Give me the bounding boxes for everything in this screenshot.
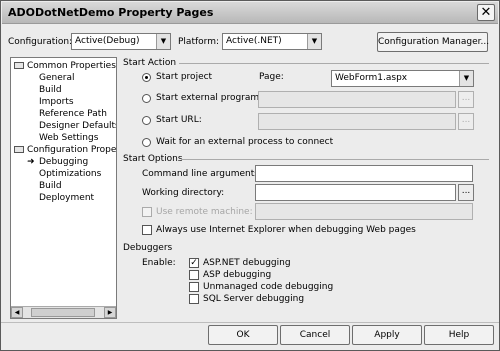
external-program-field[interactable] xyxy=(258,91,456,108)
scroll-thumb[interactable] xyxy=(31,308,95,317)
command-line-arguments-label: Command line arguments: xyxy=(142,169,262,179)
browse-external-program-button[interactable]: ... xyxy=(458,91,474,108)
asp-debugging-label: ASP debugging xyxy=(203,270,272,280)
tree-item-debugging[interactable]: Debugging xyxy=(39,157,88,167)
configuration-value: Active(Debug) xyxy=(75,36,140,46)
tree-node-label: Configuration Properties xyxy=(27,145,117,155)
start-url-label: Start URL: xyxy=(156,115,202,125)
tree-item-reference-path[interactable]: Reference Path xyxy=(39,109,107,119)
start-url-radio[interactable] xyxy=(142,116,151,125)
page-dropdown[interactable]: WebForm1.aspx ▼ xyxy=(331,70,474,87)
debuggers-heading: Debuggers xyxy=(123,243,173,253)
start-options-heading: Start Options xyxy=(123,154,183,164)
folder-open-icon xyxy=(14,146,24,153)
property-tree[interactable]: Common Properties General Build Imports … xyxy=(10,57,117,319)
wait-external-radio[interactable] xyxy=(142,138,151,147)
always-use-ie-checkbox[interactable] xyxy=(142,225,152,235)
tree-item-web-settings[interactable]: Web Settings xyxy=(39,133,98,143)
selected-arrow-icon: ➜ xyxy=(27,157,35,167)
scroll-right-icon[interactable]: ▶ xyxy=(104,307,116,318)
divider xyxy=(181,159,489,160)
configuration-dropdown[interactable]: Active(Debug) ▼ xyxy=(71,33,171,50)
tree-item-build[interactable]: Build xyxy=(39,85,62,95)
enable-label: Enable: xyxy=(142,258,176,268)
tree-item-designer-defaults[interactable]: Designer Defaults xyxy=(39,121,116,131)
start-external-program-label: Start external program: xyxy=(156,93,263,103)
apply-button[interactable]: Apply xyxy=(352,325,422,345)
working-directory-label: Working directory: xyxy=(142,188,225,198)
browse-working-directory-button[interactable]: ... xyxy=(458,184,474,201)
start-url-field[interactable] xyxy=(258,113,456,130)
tree-item-optimizations[interactable]: Optimizations xyxy=(39,169,101,179)
start-action-heading: Start Action xyxy=(123,58,177,68)
platform-label: Platform: xyxy=(178,37,219,47)
title-bar: ADODotNetDemo Property Pages ✕ xyxy=(2,2,498,24)
chevron-down-icon: ▼ xyxy=(307,34,321,49)
help-button[interactable]: Help xyxy=(424,325,494,345)
tree-node-label: Common Properties xyxy=(27,61,116,71)
always-use-ie-label: Always use Internet Explorer when debugg… xyxy=(156,225,416,235)
cancel-button[interactable]: Cancel xyxy=(280,325,350,345)
page-value: WebForm1.aspx xyxy=(335,73,408,83)
folder-open-icon xyxy=(14,62,24,69)
use-remote-machine-checkbox[interactable] xyxy=(142,207,152,217)
page-label: Page: xyxy=(259,72,284,82)
horizontal-scrollbar[interactable]: ◀ ▶ xyxy=(11,306,116,318)
tree-node-common-properties[interactable]: Common Properties xyxy=(14,61,116,71)
asp-debugging-checkbox[interactable] xyxy=(189,270,199,280)
tree-item-general[interactable]: General xyxy=(39,73,74,83)
divider xyxy=(1,322,499,323)
use-remote-machine-label: Use remote machine: xyxy=(156,207,253,217)
configuration-label: Configuration: xyxy=(8,37,73,47)
sql-debugging-label: SQL Server debugging xyxy=(203,294,305,304)
sql-debugging-checkbox[interactable] xyxy=(189,294,199,304)
wait-external-label: Wait for an external process to connect xyxy=(156,137,334,147)
scroll-left-icon[interactable]: ◀ xyxy=(11,307,23,318)
aspnet-debugging-label: ASP.NET debugging xyxy=(203,258,291,268)
start-external-program-radio[interactable] xyxy=(142,94,151,103)
working-directory-field[interactable] xyxy=(255,184,456,201)
unmanaged-debugging-checkbox[interactable] xyxy=(189,282,199,292)
tree-node-configuration-properties[interactable]: Configuration Properties xyxy=(14,145,117,155)
start-project-label: Start project xyxy=(156,72,213,82)
platform-dropdown[interactable]: Active(.NET) ▼ xyxy=(222,33,322,50)
configuration-manager-button[interactable]: Configuration Manager... xyxy=(377,32,489,52)
ok-button[interactable]: OK xyxy=(208,325,278,345)
tree-item-deployment[interactable]: Deployment xyxy=(39,193,94,203)
close-button[interactable]: ✕ xyxy=(477,4,495,21)
command-line-arguments-field[interactable] xyxy=(255,165,473,182)
chevron-down-icon: ▼ xyxy=(156,34,170,49)
unmanaged-debugging-label: Unmanaged code debugging xyxy=(203,282,334,292)
browse-url-button[interactable]: ... xyxy=(458,113,474,130)
chevron-down-icon: ▼ xyxy=(459,71,473,86)
tree-item-imports[interactable]: Imports xyxy=(39,97,74,107)
divider xyxy=(179,63,489,64)
remote-machine-field[interactable] xyxy=(255,203,473,220)
platform-value: Active(.NET) xyxy=(226,36,282,46)
window-title: ADODotNetDemo Property Pages xyxy=(8,6,214,19)
property-pages-dialog: ADODotNetDemo Property Pages ✕ Configura… xyxy=(0,0,500,351)
aspnet-debugging-checkbox[interactable]: ✓ xyxy=(189,258,199,268)
tree-item-config-build[interactable]: Build xyxy=(39,181,62,191)
start-project-radio[interactable] xyxy=(142,73,151,82)
